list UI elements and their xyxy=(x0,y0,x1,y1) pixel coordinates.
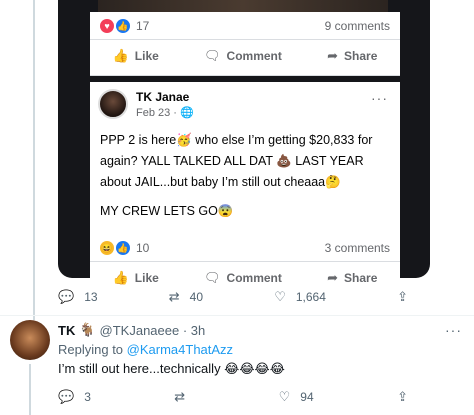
reply-action-bar: 💬 3 ⇄ ♡ 94 ⇪ xyxy=(58,389,408,405)
reply-author-name[interactable]: TK xyxy=(58,323,75,338)
fb-main-comments-count: 3 comments xyxy=(324,240,390,255)
reply-like-count: 94 xyxy=(300,390,314,404)
haha-reaction-icon: 😆 xyxy=(100,240,114,255)
goat-emoji-badge: 🐐 xyxy=(79,322,96,337)
fb-top-like-button: 👍 Like xyxy=(112,48,159,63)
reply-share-button[interactable]: ⇪ xyxy=(397,389,408,405)
fb-post-paragraph: PPP 2 is here🥳 who else I’m getting $20,… xyxy=(100,133,373,189)
reply-thread-line xyxy=(29,364,31,415)
reply-like-button[interactable]: ♡ 94 xyxy=(279,389,314,405)
like-reaction-icon: 👍 xyxy=(116,240,130,255)
share-arrow-icon: ➦ xyxy=(327,270,339,285)
reply-tweet[interactable]: TK 🐐 @TKJanaeee · 3h ··· Replying to @Ka… xyxy=(58,322,468,405)
tweet-divider xyxy=(0,315,474,316)
fb-main-comment-button: 🗨 Comment xyxy=(204,270,282,285)
fb-top-reactions: ♥ 👍 17 xyxy=(100,18,150,33)
globe-icon: 🌐 xyxy=(180,106,194,119)
heart-icon: ♡ xyxy=(278,389,291,404)
fb-main-stats: 😆 👍 10 3 comments xyxy=(90,234,400,262)
speech-bubble-icon: 💬 xyxy=(58,289,75,304)
fb-main-reactions: 😆 👍 10 xyxy=(100,240,150,255)
fb-post-date: Feb 23 · xyxy=(136,106,181,119)
retweet-count: 40 xyxy=(189,290,203,304)
fb-post-top: ♥ 👍 17 9 comments 👍 Like 🗨 Comment ➦ Share xyxy=(90,12,400,76)
retweet-icon: ⇄ xyxy=(168,289,180,304)
thumbs-up-icon: 👍 xyxy=(112,48,129,63)
reply-count: 13 xyxy=(84,290,98,304)
tweet-action-bar: 💬 13 ⇄ 40 ♡ 1,664 ⇪ xyxy=(58,288,408,306)
fb-top-stats: ♥ 👍 17 9 comments xyxy=(90,12,400,40)
like-button[interactable]: ♡ 1,664 xyxy=(274,288,326,306)
fb-author-avatar xyxy=(98,89,128,119)
like-count: 1,664 xyxy=(295,290,326,304)
fb-author-name: TK Janae xyxy=(136,89,190,104)
thread-connector-line xyxy=(33,0,35,320)
thumbs-up-icon: 👍 xyxy=(112,270,129,285)
fb-top-reaction-count: 17 xyxy=(136,18,150,33)
heart-reaction-icon: ♥ xyxy=(100,18,114,33)
share-arrow-icon: ➦ xyxy=(327,48,339,63)
replying-to-prefix: Replying to xyxy=(58,342,127,357)
fb-post-paragraph: MY CREW LETS GO😨 xyxy=(100,204,234,218)
share-button[interactable]: ⇪ xyxy=(397,288,408,306)
heart-icon: ♡ xyxy=(274,289,286,304)
retweet-icon: ⇄ xyxy=(174,389,186,404)
fb-post-header: TK Janae Feb 23 · 🌐 ··· xyxy=(90,82,400,126)
reply-button[interactable]: 💬 13 xyxy=(58,288,98,306)
more-options-icon[interactable]: ··· xyxy=(445,322,462,338)
reply-text: I’m still out here...technically 😂😂😂😂 xyxy=(58,361,285,376)
fb-top-share-button: ➦ Share xyxy=(327,48,378,63)
comment-icon: 🗨 xyxy=(204,270,221,285)
reply-reply-count: 3 xyxy=(84,390,91,404)
fb-more-options-icon: ··· xyxy=(371,90,388,106)
reply-author-handle[interactable]: @TKJanaeee · 3h xyxy=(100,323,206,338)
fb-main-reaction-count: 10 xyxy=(136,240,150,255)
share-icon: ⇪ xyxy=(397,389,408,404)
fb-top-actions: 👍 Like 🗨 Comment ➦ Share xyxy=(90,40,400,72)
reply-reply-button[interactable]: 💬 3 xyxy=(58,389,91,405)
reply-header: TK 🐐 @TKJanaeee · 3h ··· xyxy=(58,322,468,338)
fb-main-share-button: ➦ Share xyxy=(327,270,378,285)
fb-main-like-button: 👍 Like xyxy=(112,270,159,285)
reply-author-avatar[interactable] xyxy=(10,320,50,360)
replying-to-mention[interactable]: @Karma4ThatAzz xyxy=(127,342,233,357)
like-reaction-icon: 👍 xyxy=(116,18,130,33)
reply-retweet-button[interactable]: ⇄ xyxy=(174,389,195,405)
fb-top-comment-button: 🗨 Comment xyxy=(204,48,282,63)
replying-to-line: Replying to @Karma4ThatAzz xyxy=(58,342,468,357)
fb-post-main: TK Janae Feb 23 · 🌐 ··· PPP 2 is here🥳 w… xyxy=(90,82,400,285)
retweet-button[interactable]: ⇄ 40 xyxy=(169,288,203,306)
share-icon: ⇪ xyxy=(397,289,408,304)
fb-post-body: PPP 2 is here🥳 who else I’m getting $20,… xyxy=(90,126,400,234)
comment-icon: 🗨 xyxy=(204,48,221,63)
speech-bubble-icon: 💬 xyxy=(58,389,75,404)
fb-top-comments-count: 9 comments xyxy=(324,18,390,33)
